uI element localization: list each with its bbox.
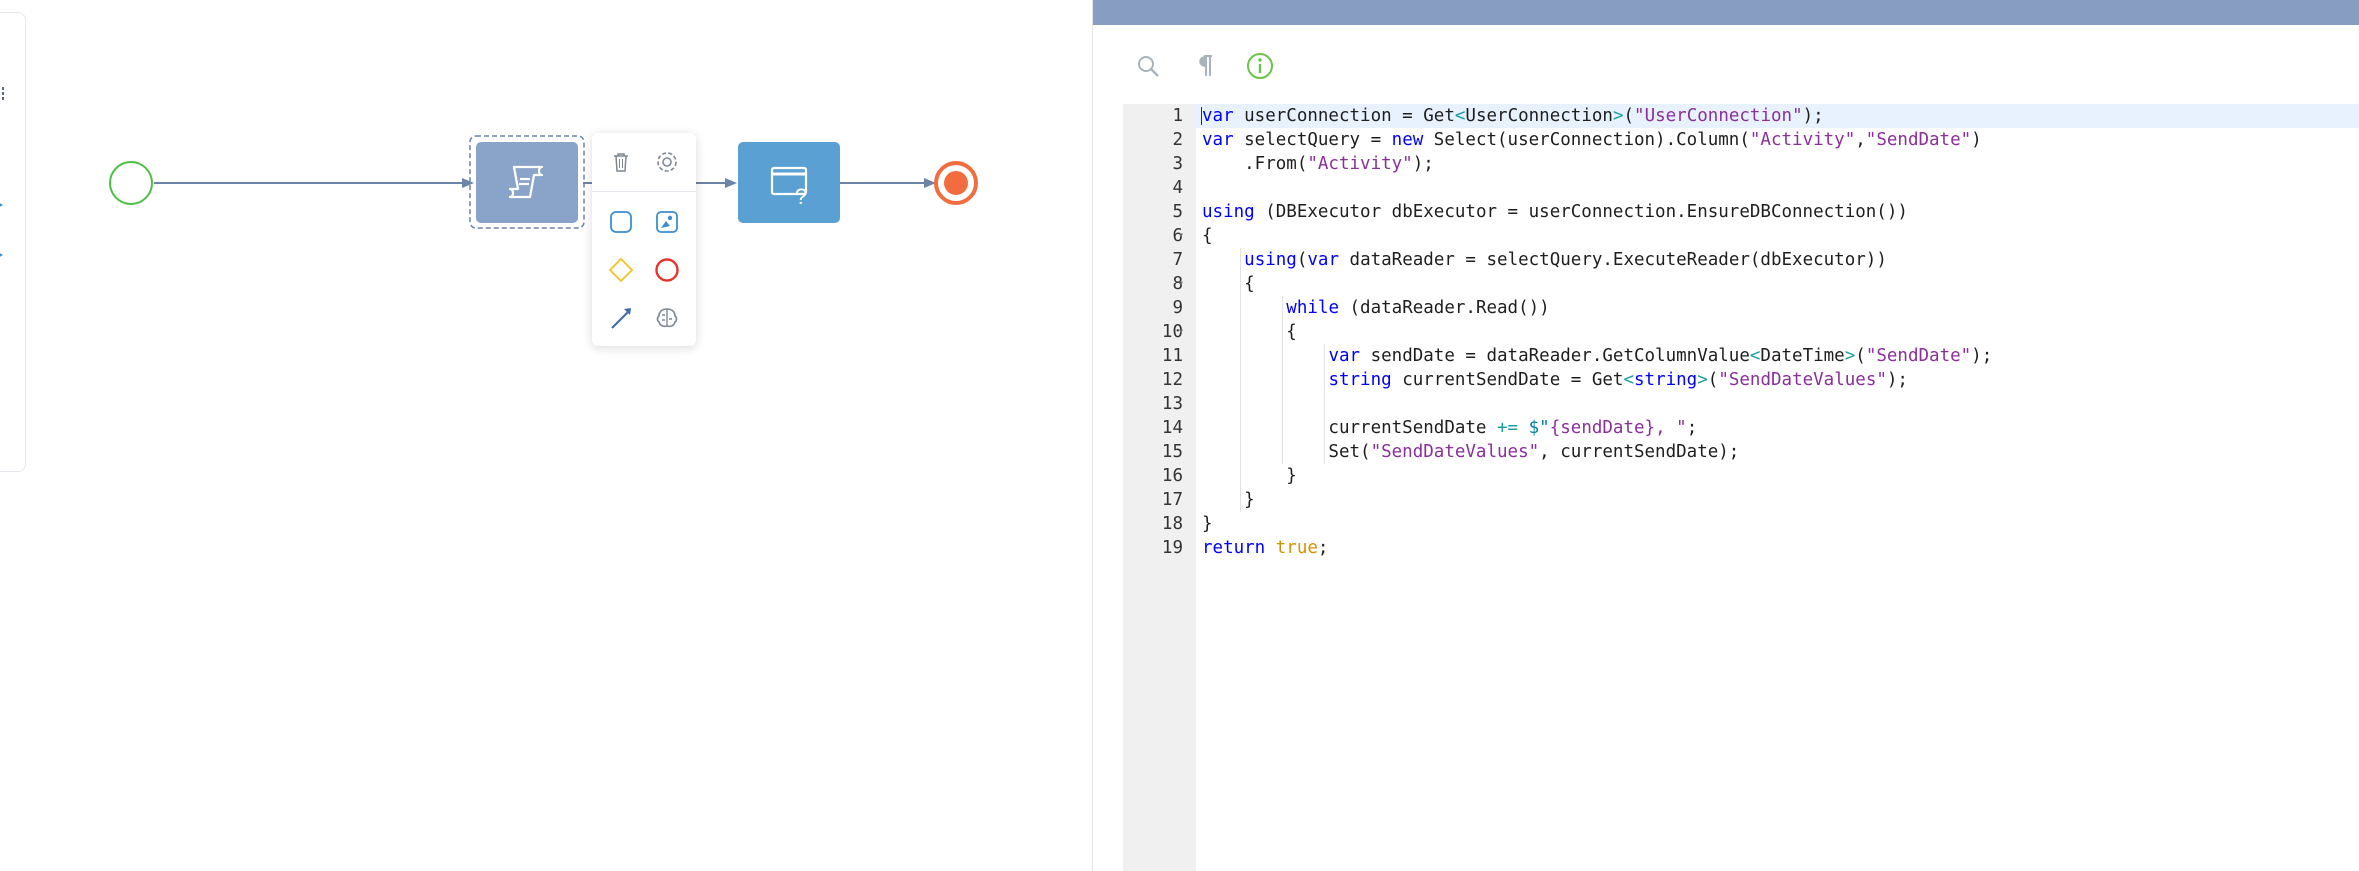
code-text: {	[1202, 274, 1255, 294]
script-task[interactable]	[476, 142, 578, 223]
code-text: }	[1202, 490, 1255, 510]
line-number: 2	[1172, 130, 1183, 150]
line-number: 13	[1161, 394, 1183, 414]
code-line[interactable]: 6 ▾ {	[1172, 224, 2359, 248]
line-number: 17	[1161, 490, 1183, 510]
code-text: var sendDate = dataReader.GetColumnValue…	[1328, 346, 1993, 366]
line-number: 1	[1172, 106, 1183, 126]
svg-text:?: ?	[795, 184, 807, 209]
ai-brain-icon[interactable]	[650, 301, 684, 335]
menu-divider	[592, 191, 696, 192]
line-number: 5	[1172, 202, 1183, 222]
task-shape-icon[interactable]	[604, 205, 638, 239]
search-icon	[1138, 56, 1159, 77]
pilcrow-icon	[1199, 55, 1212, 76]
code-text: var userConnection = Get<UserConnection>…	[1202, 106, 1824, 126]
line-number: 6	[1172, 226, 1183, 246]
gear-icon[interactable]	[650, 145, 684, 179]
arrow-head-icon	[725, 178, 737, 188]
code-line[interactable]: 13	[1162, 392, 2359, 416]
start-event[interactable]	[109, 161, 153, 205]
line-number: 19	[1161, 538, 1183, 558]
end-event-fill	[944, 171, 968, 195]
arrow-head-icon	[462, 178, 474, 188]
code-line[interactable]: 10 ▾ {	[1162, 320, 2359, 344]
user-dialog-task[interactable]	[738, 142, 840, 223]
gateway-diamond-icon[interactable]	[604, 253, 638, 287]
code-editor[interactable]: 1 var userConnection = Get<UserConnection…	[1123, 104, 2359, 871]
code-text: currentSendDate += $"{sendDate}, ";	[1202, 418, 1698, 438]
code-text: using(var dataReader = selectQuery.Execu…	[1244, 250, 1887, 270]
code-line[interactable]: 16 }	[1162, 464, 2359, 488]
connector-arrow-icon[interactable]	[604, 301, 638, 335]
indent-guide	[1240, 248, 1241, 512]
line-number: 8	[1172, 274, 1183, 294]
code-text: while (dataReader.Read())	[1286, 298, 1550, 318]
info-button[interactable]	[1245, 51, 1275, 81]
fold-toggle-icon[interactable]: ▾	[1178, 224, 1184, 248]
code-text: }	[1202, 466, 1297, 486]
code-line[interactable]: 5 using (DBExecutor dbExecutor = userConn…	[1172, 200, 2359, 224]
code-text: return true;	[1202, 538, 1329, 558]
diagram-flow: ?	[109, 135, 978, 229]
code-line[interactable]: 18}	[1162, 512, 2359, 536]
line-number: 11	[1161, 346, 1183, 366]
image-task-icon[interactable]	[650, 205, 684, 239]
code-line[interactable]: 9 while (dataReader.Read())	[1172, 296, 2359, 320]
code-line[interactable]: 7 using(var dataReader = selectQuery.Exe…	[1172, 248, 2359, 272]
code-line[interactable]: 3 .From("Activity");	[1172, 152, 2359, 176]
end-circle-icon[interactable]	[650, 253, 684, 287]
code-line[interactable]: 19 return true;	[1162, 536, 2359, 560]
line-number: 9	[1172, 298, 1183, 318]
code-text: string currentSendDate = Get<string>("Se…	[1328, 370, 1908, 390]
code-line[interactable]: 2 var selectQuery = new Select(userConnec…	[1172, 128, 2359, 152]
code-line[interactable]: 15 Set("SendDateValues", currentSendDate…	[1162, 440, 2359, 464]
process-diagram-canvas[interactable]: ?	[0, 0, 1092, 871]
fold-toggle-icon[interactable]: ▾	[1178, 272, 1184, 296]
line-number: 14	[1161, 418, 1183, 438]
line-number: 15	[1161, 442, 1183, 462]
code-text: using (DBExecutor dbExecutor = userConne…	[1202, 202, 1908, 222]
script-editor-panel: 1 var userConnection = Get<UserConnection…	[1092, 0, 2359, 871]
code-text: }	[1202, 514, 1213, 534]
line-number: 10	[1161, 322, 1183, 342]
code-line[interactable]: 8 ▾ {	[1172, 272, 2359, 296]
line-number: 16	[1161, 466, 1183, 486]
text-cursor	[1201, 107, 1202, 125]
line-number: 7	[1172, 250, 1183, 270]
element-context-menu	[592, 133, 696, 346]
line-number: 18	[1161, 514, 1183, 534]
code-text: {	[1202, 226, 1213, 246]
line-number: 12	[1161, 370, 1183, 390]
line-number: 4	[1172, 178, 1183, 198]
trash-icon[interactable]	[604, 145, 638, 179]
code-line[interactable]: 11 var sendDate = dataReader.GetColumnVa…	[1162, 344, 2359, 368]
editor-toolbar	[1133, 50, 1275, 82]
line-number: 3	[1172, 154, 1183, 174]
code-line[interactable]: 1 var userConnection = Get<UserConnection…	[1172, 104, 2359, 128]
code-text: .From("Activity");	[1202, 154, 1434, 174]
code-text: var selectQuery = new Select(userConnect…	[1202, 130, 1982, 150]
panel-header-bar	[1093, 0, 2359, 25]
code-line[interactable]: 12 string currentSendDate = Get<string>(…	[1162, 368, 2359, 392]
code-area[interactable]: 1 var userConnection = Get<UserConnection…	[1162, 104, 2359, 560]
code-line[interactable]: 14 currentSendDate += $"{sendDate}, ";	[1162, 416, 2359, 440]
show-whitespace-button[interactable]	[1189, 51, 1219, 81]
info-icon	[1247, 53, 1273, 79]
indent-guide	[1282, 296, 1283, 464]
indent-guide	[1324, 344, 1325, 464]
search-button[interactable]	[1133, 51, 1163, 81]
fold-toggle-icon[interactable]: ▾	[1178, 320, 1184, 344]
code-line[interactable]: 4	[1172, 176, 2359, 200]
code-line[interactable]: 17 }	[1162, 488, 2359, 512]
